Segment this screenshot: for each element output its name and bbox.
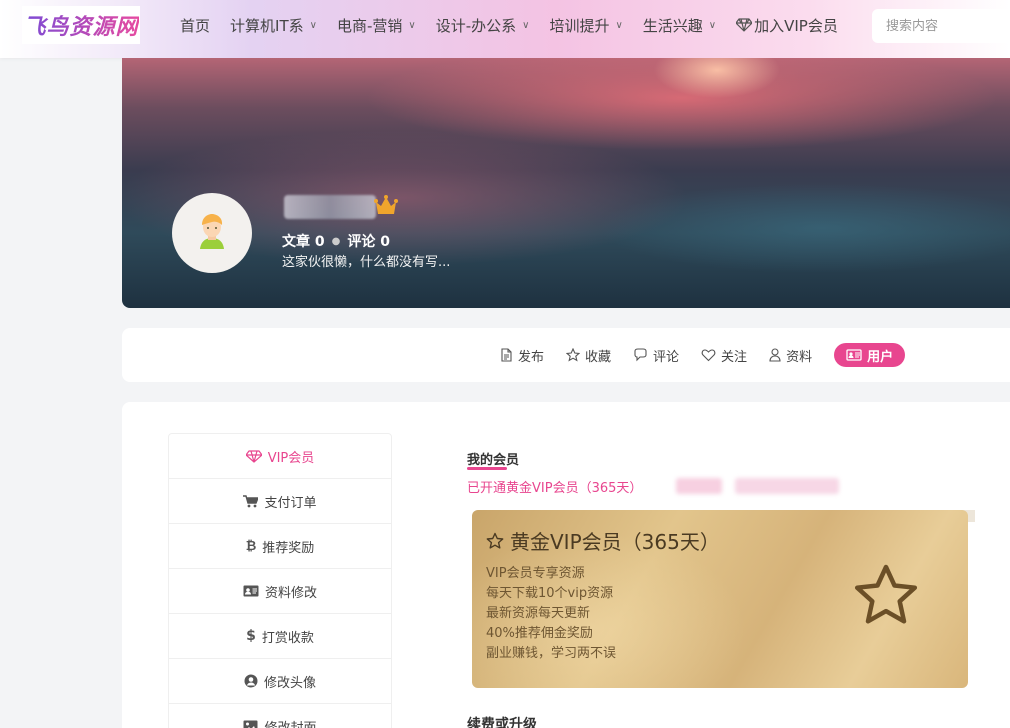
sidebar-item-referral[interactable]: ₿ 推荐奖励	[169, 524, 391, 569]
membership-section-title: 我的会员	[467, 453, 520, 468]
tab-comments[interactable]: 评论	[633, 346, 679, 365]
vip-feature: 副业赚钱，学习两不误	[486, 646, 617, 661]
site-logo[interactable]: 飞鸟资源网	[22, 6, 140, 44]
sidebar-item-vip[interactable]: VIP会员	[169, 434, 391, 479]
avatar[interactable]	[172, 193, 252, 273]
dollar-icon: $	[246, 628, 256, 644]
search-input[interactable]	[872, 9, 1010, 43]
cart-icon	[243, 494, 259, 507]
tab-follow[interactable]: 关注	[701, 346, 747, 365]
post-count: 文章 0	[282, 234, 325, 250]
section-title-underline	[467, 467, 507, 470]
star-icon	[486, 532, 504, 549]
bitcoin-icon: ₿	[245, 539, 257, 554]
chevron-down-icon: ∨	[408, 19, 416, 31]
diamond-icon	[245, 449, 262, 463]
renew-upgrade-title: 续费或升级	[467, 717, 537, 728]
comment-icon	[634, 348, 647, 362]
chevron-down-icon: ∨	[309, 19, 317, 31]
profile-stats: 文章 0 ● 评论 0	[282, 231, 390, 251]
user-icon	[769, 348, 781, 362]
sidebar-item-avatar[interactable]: 修改头像	[169, 659, 391, 704]
sidebar-item-orders[interactable]: 支付订单	[169, 479, 391, 524]
heart-icon	[701, 349, 716, 362]
nav-item-training[interactable]: 培训提升 ∨	[549, 15, 622, 36]
id-card-icon	[243, 585, 259, 597]
chevron-down-icon: ∨	[522, 19, 530, 31]
expiry-redacted	[676, 478, 722, 494]
user-sidebar-menu: VIP会员 支付订单 ₿ 推荐奖励 资料修改 $ 打赏收款 修改头像 修改封面	[168, 433, 392, 728]
expiry-date-redacted	[735, 478, 839, 494]
vip-feature: VIP会员专享资源	[486, 566, 585, 581]
user-avatar-icon	[200, 214, 224, 249]
tab-user[interactable]: 用户	[834, 343, 906, 367]
tab-profile[interactable]: 资料	[769, 346, 812, 365]
image-icon	[243, 720, 258, 728]
separator-dot: ●	[331, 235, 341, 247]
comment-count: 评论 0	[347, 234, 390, 250]
nav-item-design-office[interactable]: 设计-办公系 ∨	[436, 15, 530, 36]
membership-status: 已开通黄金VIP会员（365天）	[467, 481, 643, 496]
user-circle-icon	[244, 674, 258, 688]
sidebar-item-cover[interactable]: 修改封面	[169, 704, 391, 728]
vip-plan-title: 黄金VIP会员（365天）	[486, 526, 720, 555]
vip-feature: 40%推荐佣金奖励	[486, 626, 593, 641]
nav-item-computer-it[interactable]: 计算机IT系 ∨	[230, 15, 317, 36]
vip-feature: 最新资源每天更新	[486, 606, 591, 621]
sidebar-item-edit-profile[interactable]: 资料修改	[169, 569, 391, 614]
nav-item-home[interactable]: 首页	[180, 15, 210, 36]
id-card-icon	[846, 349, 862, 361]
diamond-icon	[736, 18, 753, 32]
document-icon	[501, 348, 512, 362]
nav-item-lifestyle[interactable]: 生活兴趣 ∨	[643, 15, 716, 36]
star-icon	[566, 348, 581, 362]
profile-cover	[122, 58, 1010, 308]
site-logo-text: 飞鸟资源网	[23, 9, 138, 41]
top-navbar: 飞鸟资源网 首页 计算机IT系 ∨ 电商-营销 ∨ 设计-办公系 ∨ 培训提升 …	[0, 0, 1010, 58]
chevron-down-icon: ∨	[615, 19, 623, 31]
crown-icon	[374, 195, 398, 214]
main-nav: 首页 计算机IT系 ∨ 电商-营销 ∨ 设计-办公系 ∨ 培训提升 ∨ 生活兴趣…	[180, 0, 858, 50]
vip-feature-list: VIP会员专享资源 每天下载10个vip资源 最新资源每天更新 40%推荐佣金奖…	[486, 564, 616, 664]
star-icon	[854, 564, 918, 624]
username-redacted	[284, 195, 376, 219]
nav-item-join-vip[interactable]: 加入VIP会员	[736, 15, 838, 36]
vip-feature: 每天下载10个vip资源	[486, 586, 614, 601]
chevron-down-icon: ∨	[708, 19, 717, 31]
nav-item-ecommerce[interactable]: 电商-营销 ∨	[337, 15, 416, 36]
profile-bio: 这家伙很懒，什么都没有写...	[282, 255, 451, 270]
tab-publish[interactable]: 发布	[500, 346, 544, 365]
vip-plan-card[interactable]: 黄金VIP会员（365天） VIP会员专享资源 每天下载10个vip资源 最新资…	[472, 510, 968, 688]
profile-action-bar: 发布 收藏 评论 关注 资料 用户	[122, 328, 1010, 382]
sidebar-item-tips[interactable]: $ 打赏收款	[169, 614, 391, 659]
tab-favorites[interactable]: 收藏	[566, 346, 611, 365]
